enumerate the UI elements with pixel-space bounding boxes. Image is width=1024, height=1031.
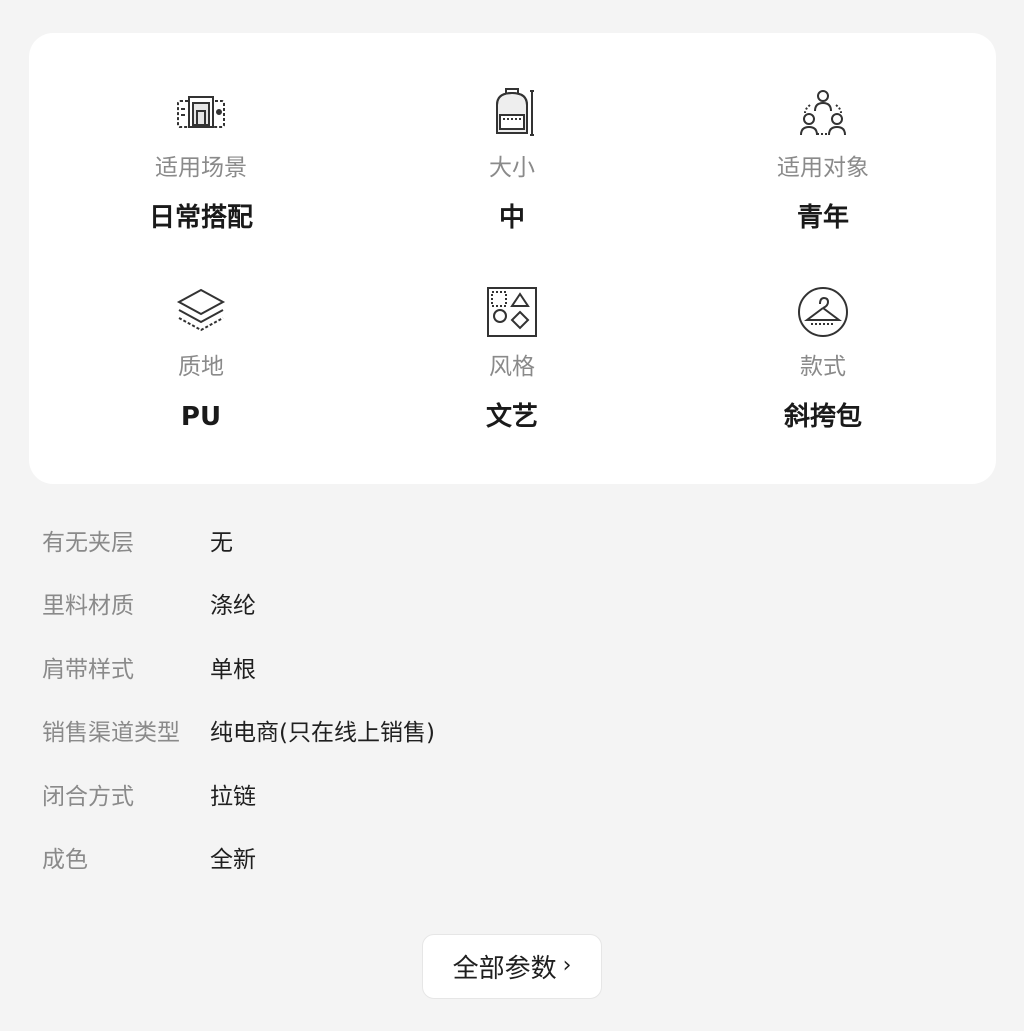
scene-photo-icon <box>173 85 229 141</box>
attribute-size: 大小 中 <box>382 85 642 265</box>
spec-value: 全新 <box>210 847 256 874</box>
attribute-label: 款式 <box>800 354 846 380</box>
attribute-label: 大小 <box>489 155 535 181</box>
spec-row: 里料材质 涤纶 <box>42 572 982 636</box>
attribute-label: 质地 <box>178 354 224 380</box>
layers-icon <box>173 284 229 340</box>
backpack-size-icon <box>484 85 540 141</box>
spec-row: 闭合方式 拉链 <box>42 762 982 826</box>
attribute-value: 青年 <box>796 203 849 233</box>
attributes-grid: 适用场景 日常搭配 大小 中 适用对象 青年 质地 PU 风格 文艺 款式 斜挎… <box>29 33 996 484</box>
attributes-card: 适用场景 日常搭配 大小 中 适用对象 青年 质地 PU 风格 文艺 款式 斜挎… <box>29 33 996 484</box>
attribute-label: 适用场景 <box>155 155 247 181</box>
attribute-scene: 适用场景 日常搭配 <box>71 85 331 265</box>
spec-value: 纯电商(只在线上销售) <box>210 720 435 747</box>
spec-value: 单根 <box>210 656 256 683</box>
attribute-value: PU <box>180 402 222 432</box>
spec-value: 拉链 <box>210 783 256 810</box>
spec-key: 里料材质 <box>42 593 134 620</box>
all-params-label: 全部参数 <box>452 954 557 984</box>
all-params-button[interactable]: 全部参数 › <box>422 934 602 999</box>
spec-row: 成色 全新 <box>42 826 982 890</box>
spec-row: 有无夹层 无 <box>42 508 982 572</box>
shapes-style-icon <box>484 284 540 340</box>
spec-row: 肩带样式 单根 <box>42 635 982 699</box>
attribute-type: 款式 斜挎包 <box>693 284 953 464</box>
spec-key: 闭合方式 <box>42 783 134 810</box>
chevron-right-icon: › <box>562 953 572 978</box>
attribute-audience: 适用对象 青年 <box>693 85 953 265</box>
attribute-label: 适用对象 <box>777 155 869 181</box>
attribute-material: 质地 PU <box>71 284 331 464</box>
attribute-style: 风格 文艺 <box>382 284 642 464</box>
spec-value: 涤纶 <box>210 593 256 620</box>
attribute-label: 风格 <box>489 354 535 380</box>
hanger-style-icon <box>795 284 851 340</box>
attribute-value: 斜挎包 <box>783 402 862 432</box>
people-group-icon <box>795 85 851 141</box>
spec-key: 成色 <box>42 847 88 874</box>
spec-value: 无 <box>210 529 233 556</box>
spec-key: 有无夹层 <box>42 529 134 556</box>
attribute-value: 文艺 <box>485 402 538 432</box>
spec-list: 有无夹层 无 里料材质 涤纶 肩带样式 单根 销售渠道类型 纯电商(只在线上销售… <box>42 508 982 889</box>
spec-key: 肩带样式 <box>42 656 134 683</box>
spec-key: 销售渠道类型 <box>42 720 180 747</box>
spec-row: 销售渠道类型 纯电商(只在线上销售) <box>42 699 982 763</box>
attribute-value: 中 <box>498 203 525 233</box>
attribute-value: 日常搭配 <box>148 203 253 233</box>
